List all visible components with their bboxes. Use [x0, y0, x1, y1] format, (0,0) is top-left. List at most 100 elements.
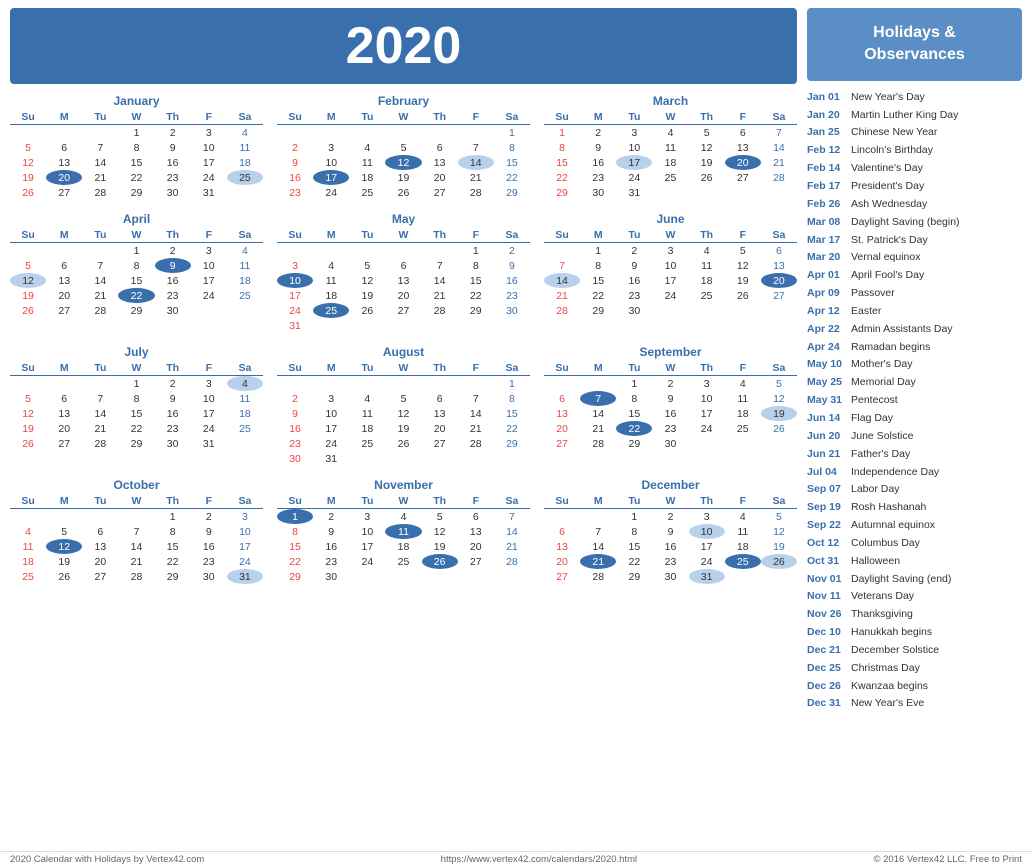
- calendar-day: 14: [580, 539, 616, 554]
- calendar-day: 8: [118, 140, 154, 155]
- holiday-item: Jun 14Flag Day: [807, 410, 1022, 428]
- calendar-day: 27: [725, 170, 761, 185]
- calendar-day: 16: [652, 539, 688, 554]
- calendar-day: 25: [725, 421, 761, 436]
- day-header: M: [313, 361, 349, 376]
- holiday-name: Thanksgiving: [851, 606, 913, 624]
- calendar-day: 16: [494, 273, 530, 288]
- calendar-day: 23: [277, 185, 313, 200]
- day-header: Th: [422, 228, 458, 243]
- calendar-day: 7: [118, 524, 154, 539]
- day-header: Su: [10, 228, 46, 243]
- day-header: F: [725, 228, 761, 243]
- calendar-day: 18: [313, 288, 349, 303]
- day-header: Tu: [616, 228, 652, 243]
- day-header: Su: [544, 110, 580, 125]
- calendar-day: 19: [385, 170, 421, 185]
- calendar-day: 21: [422, 288, 458, 303]
- holiday-item: Jan 20Martin Luther King Day: [807, 107, 1022, 125]
- calendar-day: 2: [277, 140, 313, 155]
- calendar-day: 6: [422, 391, 458, 406]
- calendar-day: 28: [458, 436, 494, 451]
- holiday-date: Dec 26: [807, 678, 847, 696]
- calendar-day: 3: [616, 125, 652, 141]
- day-header: Th: [689, 110, 725, 125]
- calendar-day: 12: [689, 140, 725, 155]
- holiday-item: Apr 24Ramadan begins: [807, 339, 1022, 357]
- calendar-day: 18: [689, 273, 725, 288]
- calendar-day: [349, 318, 385, 333]
- calendar-day: [82, 125, 118, 141]
- calendar-day: 18: [349, 170, 385, 185]
- holiday-date: Feb 14: [807, 160, 847, 178]
- calendar-day: 30: [155, 303, 191, 318]
- calendar-day: 18: [227, 273, 263, 288]
- holiday-name: Halloween: [851, 553, 900, 571]
- calendar-day: 12: [46, 539, 82, 554]
- calendar-day: 17: [191, 273, 227, 288]
- calendar-day: 20: [385, 288, 421, 303]
- calendar-day: [349, 243, 385, 259]
- calendar-day: [385, 243, 421, 259]
- month-block: AprilSuMTuWThFSa123456789101112131415161…: [10, 212, 263, 333]
- holiday-date: Nov 01: [807, 571, 847, 589]
- calendar-day: 18: [725, 539, 761, 554]
- calendar-day: [277, 376, 313, 392]
- calendar-day: 17: [313, 170, 349, 185]
- calendar-day: [494, 451, 530, 466]
- holiday-item: Jul 04Independence Day: [807, 464, 1022, 482]
- calendar-day: 20: [46, 288, 82, 303]
- holiday-date: Feb 26: [807, 196, 847, 214]
- day-header: Sa: [761, 228, 797, 243]
- calendar-day: 2: [616, 243, 652, 259]
- calendar-day: 8: [155, 524, 191, 539]
- day-header: F: [725, 361, 761, 376]
- calendar-day: 7: [458, 391, 494, 406]
- calendar-day: 17: [689, 539, 725, 554]
- day-header: F: [191, 110, 227, 125]
- calendar-day: 27: [385, 303, 421, 318]
- calendar-day: 1: [616, 509, 652, 525]
- day-header: Sa: [227, 228, 263, 243]
- calendar-day: 14: [458, 406, 494, 421]
- calendar-day: [761, 436, 797, 451]
- calendar-day: 5: [761, 509, 797, 525]
- calendar-day: 11: [227, 391, 263, 406]
- calendar-day: 10: [652, 258, 688, 273]
- calendar-day: 6: [82, 524, 118, 539]
- calendar-day: 10: [689, 391, 725, 406]
- calendar-day: 30: [191, 569, 227, 584]
- calendar-day: 14: [458, 155, 494, 170]
- day-header: Su: [10, 494, 46, 509]
- day-header: Th: [689, 228, 725, 243]
- calendar-day: 8: [494, 391, 530, 406]
- holiday-name: Father's Day: [851, 446, 910, 464]
- calendar-day: 1: [494, 125, 530, 141]
- calendar-day: 29: [616, 436, 652, 451]
- calendar-day: 27: [458, 554, 494, 569]
- calendar-day: 13: [422, 155, 458, 170]
- calendar-day: 2: [652, 376, 688, 392]
- calendar-day: [580, 509, 616, 525]
- calendar-day: 20: [422, 421, 458, 436]
- holiday-name: Autumnal equinox: [851, 517, 935, 535]
- calendar-day: 9: [652, 524, 688, 539]
- day-header: Tu: [349, 228, 385, 243]
- holiday-date: May 25: [807, 374, 847, 392]
- day-header: W: [385, 228, 421, 243]
- calendar-day: 1: [458, 243, 494, 259]
- day-header: Tu: [82, 361, 118, 376]
- calendar-day: 26: [46, 569, 82, 584]
- holiday-date: May 31: [807, 392, 847, 410]
- calendar-day: 26: [349, 303, 385, 318]
- calendar-day: [313, 243, 349, 259]
- calendar-day: 16: [652, 406, 688, 421]
- holiday-date: Oct 31: [807, 553, 847, 571]
- calendar-day: 14: [580, 406, 616, 421]
- calendar-day: 9: [155, 140, 191, 155]
- day-header: Sa: [761, 361, 797, 376]
- holiday-name: New Year's Day: [851, 89, 925, 107]
- calendar-day: [458, 318, 494, 333]
- day-header: Sa: [227, 110, 263, 125]
- calendar-day: 9: [155, 258, 191, 273]
